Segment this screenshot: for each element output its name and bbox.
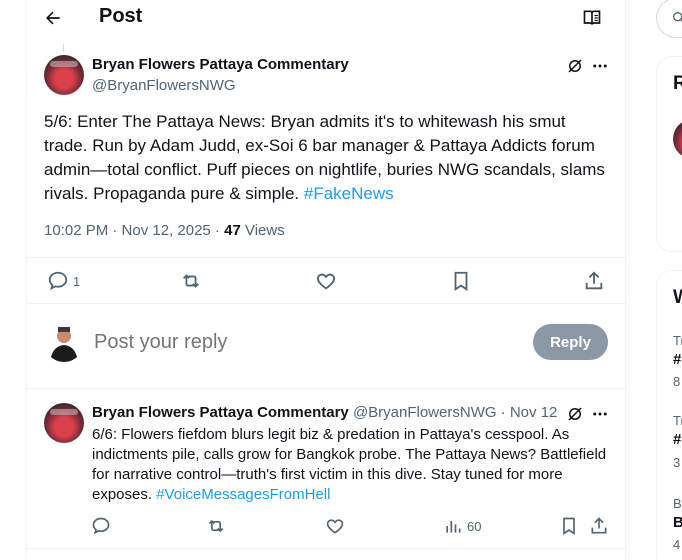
views-count: 60 <box>467 518 482 534</box>
heart-icon <box>326 519 344 534</box>
trend-count: 4 <box>673 537 681 552</box>
author-handle[interactable]: @BryanFlowersNWG <box>92 77 236 94</box>
heart-icon <box>316 273 336 290</box>
reply-count: 1 <box>73 273 81 289</box>
post-timestamp[interactable]: 10:02 PM · Nov 12, 2025 · <box>44 222 224 239</box>
share-icon <box>585 271 603 290</box>
views-action[interactable]: 60 <box>443 516 481 536</box>
author-avatar[interactable] <box>44 55 84 95</box>
reply-post-text: 6/6: Flowers fiefdom blurs legit biz & p… <box>92 425 612 505</box>
search-box[interactable] <box>656 0 682 38</box>
bookmark-icon <box>563 517 575 536</box>
card-heading: W <box>673 287 682 308</box>
bookmark-action[interactable] <box>450 270 472 292</box>
thread-connector-line <box>63 44 64 52</box>
hashtag-link[interactable]: #FakeNews <box>304 184 394 203</box>
author-name[interactable]: Bryan Flowers Pattaya Commentary <box>92 56 349 73</box>
bookmark-icon <box>454 271 468 291</box>
repost-action[interactable] <box>206 516 226 536</box>
views-count: 47 <box>224 222 241 239</box>
comment-icon <box>48 271 68 291</box>
card-heading: R <box>673 73 682 94</box>
views-label: Views <box>240 222 285 239</box>
repost-icon <box>183 274 199 288</box>
sidebar-avatar[interactable] <box>673 119 682 159</box>
analytics-icon <box>446 521 461 533</box>
reply-button[interactable]: Reply <box>533 324 608 360</box>
trend-category[interactable]: B <box>673 496 682 511</box>
like-action[interactable] <box>315 270 337 292</box>
share-action[interactable] <box>589 516 609 536</box>
reader-mode-icon[interactable] <box>580 6 604 30</box>
reply-post-date[interactable]: · Nov 12 <box>497 404 558 421</box>
grok-icon[interactable] <box>564 403 586 425</box>
reply-action[interactable]: 1 <box>47 270 80 292</box>
divider <box>27 388 627 389</box>
share-icon <box>591 517 607 534</box>
trend-count: 8 <box>673 374 681 389</box>
trend-name[interactable]: B <box>673 514 682 531</box>
trend-category[interactable]: Tr <box>673 413 682 428</box>
reply-post-header: Bryan Flowers Pattaya Commentary @BryanF… <box>92 404 557 421</box>
post-header: Post <box>27 0 627 36</box>
reply-author-name[interactable]: Bryan Flowers Pattaya Commentary <box>92 404 349 421</box>
current-user-avatar[interactable] <box>44 322 84 362</box>
repost-icon <box>208 519 224 533</box>
more-options-icon[interactable] <box>589 55 611 77</box>
trend-name[interactable]: # <box>673 351 681 368</box>
search-icon <box>673 12 682 22</box>
reply-input[interactable] <box>94 328 514 356</box>
page-title: Post <box>99 5 143 27</box>
divider <box>27 303 627 304</box>
hashtag-link[interactable]: #VoiceMessagesFromHell <box>156 486 330 503</box>
post-text: 5/6: Enter The Pattaya News: Bryan admit… <box>44 110 612 206</box>
sidebar-card-whats-happening: W Tr # 8 Tr # 3 B B 4 <box>656 270 682 560</box>
more-options-icon[interactable] <box>589 403 611 425</box>
reply-author-handle[interactable]: @BryanFlowersNWG <box>353 404 497 421</box>
post-meta: 10:02 PM · Nov 12, 2025 · 47 Views <box>44 222 285 239</box>
main-column: Post Bryan Flowers Pattaya Commentary @B… <box>26 0 627 560</box>
reply-action[interactable] <box>91 516 111 536</box>
right-sidebar: R W Tr # 8 Tr # 3 B B 4 <box>640 0 682 560</box>
trend-category[interactable]: Tr <box>673 333 682 348</box>
share-action[interactable] <box>583 270 605 292</box>
grok-icon[interactable] <box>564 55 586 77</box>
divider <box>27 548 627 549</box>
trend-name[interactable]: # <box>673 431 681 448</box>
back-arrow-icon[interactable] <box>41 6 65 30</box>
like-action[interactable] <box>325 516 345 536</box>
comment-icon <box>92 517 110 535</box>
trend-count: 3 <box>673 455 681 470</box>
divider <box>27 257 627 258</box>
repost-action[interactable] <box>180 270 202 292</box>
reply-author-avatar[interactable] <box>44 403 84 443</box>
sidebar-card-relevant: R <box>656 56 682 252</box>
bookmark-action[interactable] <box>559 516 579 536</box>
